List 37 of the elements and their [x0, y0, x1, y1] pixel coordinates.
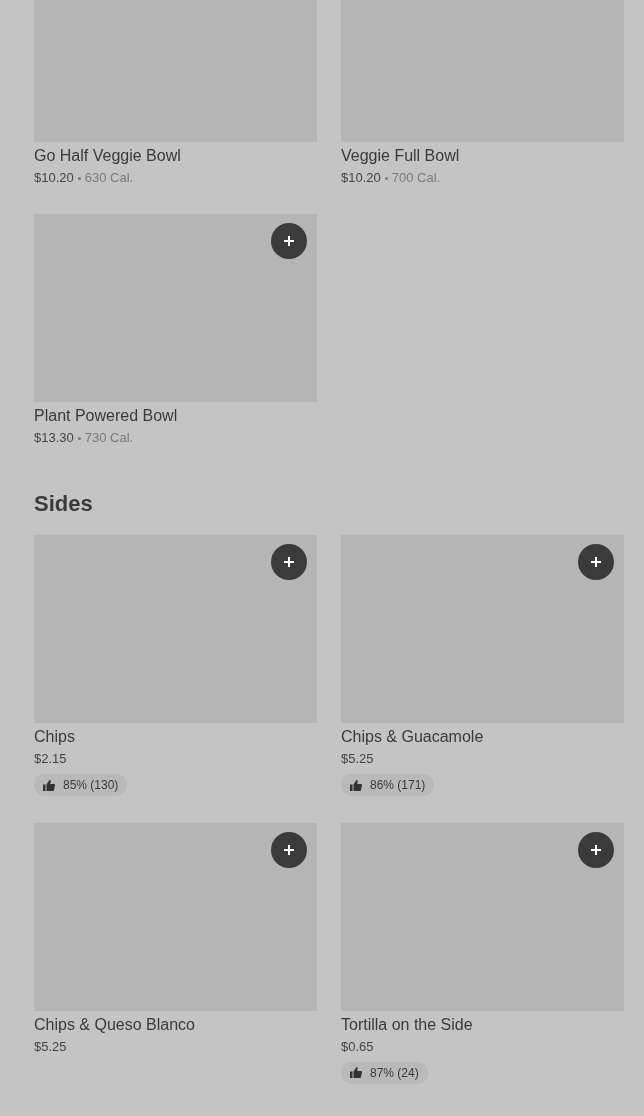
- section-heading: Sides: [34, 490, 94, 518]
- rating-text: 86% (171): [370, 777, 426, 794]
- plus-icon: [590, 556, 602, 568]
- dot-icon: [384, 177, 388, 180]
- item-name: Plant Powered Bowl: [34, 406, 179, 426]
- thumbs-up-icon: [43, 779, 55, 791]
- item-name: Chips & Queso Blanco: [34, 1014, 196, 1035]
- item-price: $2.15: [34, 750, 67, 768]
- item-price: $5.25: [341, 750, 374, 768]
- item-name: Tortilla on the Side: [341, 1014, 474, 1035]
- add-button[interactable]: [271, 544, 307, 580]
- item-name: Go Half Veggie Bowl: [34, 146, 182, 166]
- item-price: $10.20: [34, 169, 74, 187]
- plus-icon: [283, 556, 295, 568]
- add-button[interactable]: [578, 544, 614, 580]
- add-button[interactable]: [271, 223, 307, 259]
- thumbs-up-icon: [350, 1067, 362, 1078]
- item-price: $13.30: [34, 429, 74, 447]
- dot-icon: [77, 177, 81, 180]
- item-calories: 630 Cal.: [84, 169, 134, 187]
- plus-icon: [590, 843, 602, 856]
- item-calories: 730 Cal.: [84, 429, 134, 447]
- rating-text: 85% (130): [63, 777, 119, 794]
- item-price: $10.20: [341, 169, 381, 187]
- item-name: Chips: [34, 727, 76, 747]
- plus-icon: [283, 843, 295, 856]
- item-name: Veggie Full Bowl: [341, 146, 461, 166]
- item-name: Chips & Guacamole: [341, 727, 485, 747]
- item-calories: 700 Cal.: [391, 169, 441, 187]
- dot-icon: [77, 437, 81, 440]
- rating-text: 87% (24): [370, 1064, 419, 1082]
- item-price: $5.25: [34, 1037, 67, 1056]
- thumbs-up-icon: [350, 779, 362, 791]
- add-button[interactable]: [271, 831, 307, 868]
- item-price: $0.65: [341, 1037, 374, 1056]
- add-button[interactable]: [578, 831, 614, 868]
- plus-icon: [283, 235, 295, 247]
